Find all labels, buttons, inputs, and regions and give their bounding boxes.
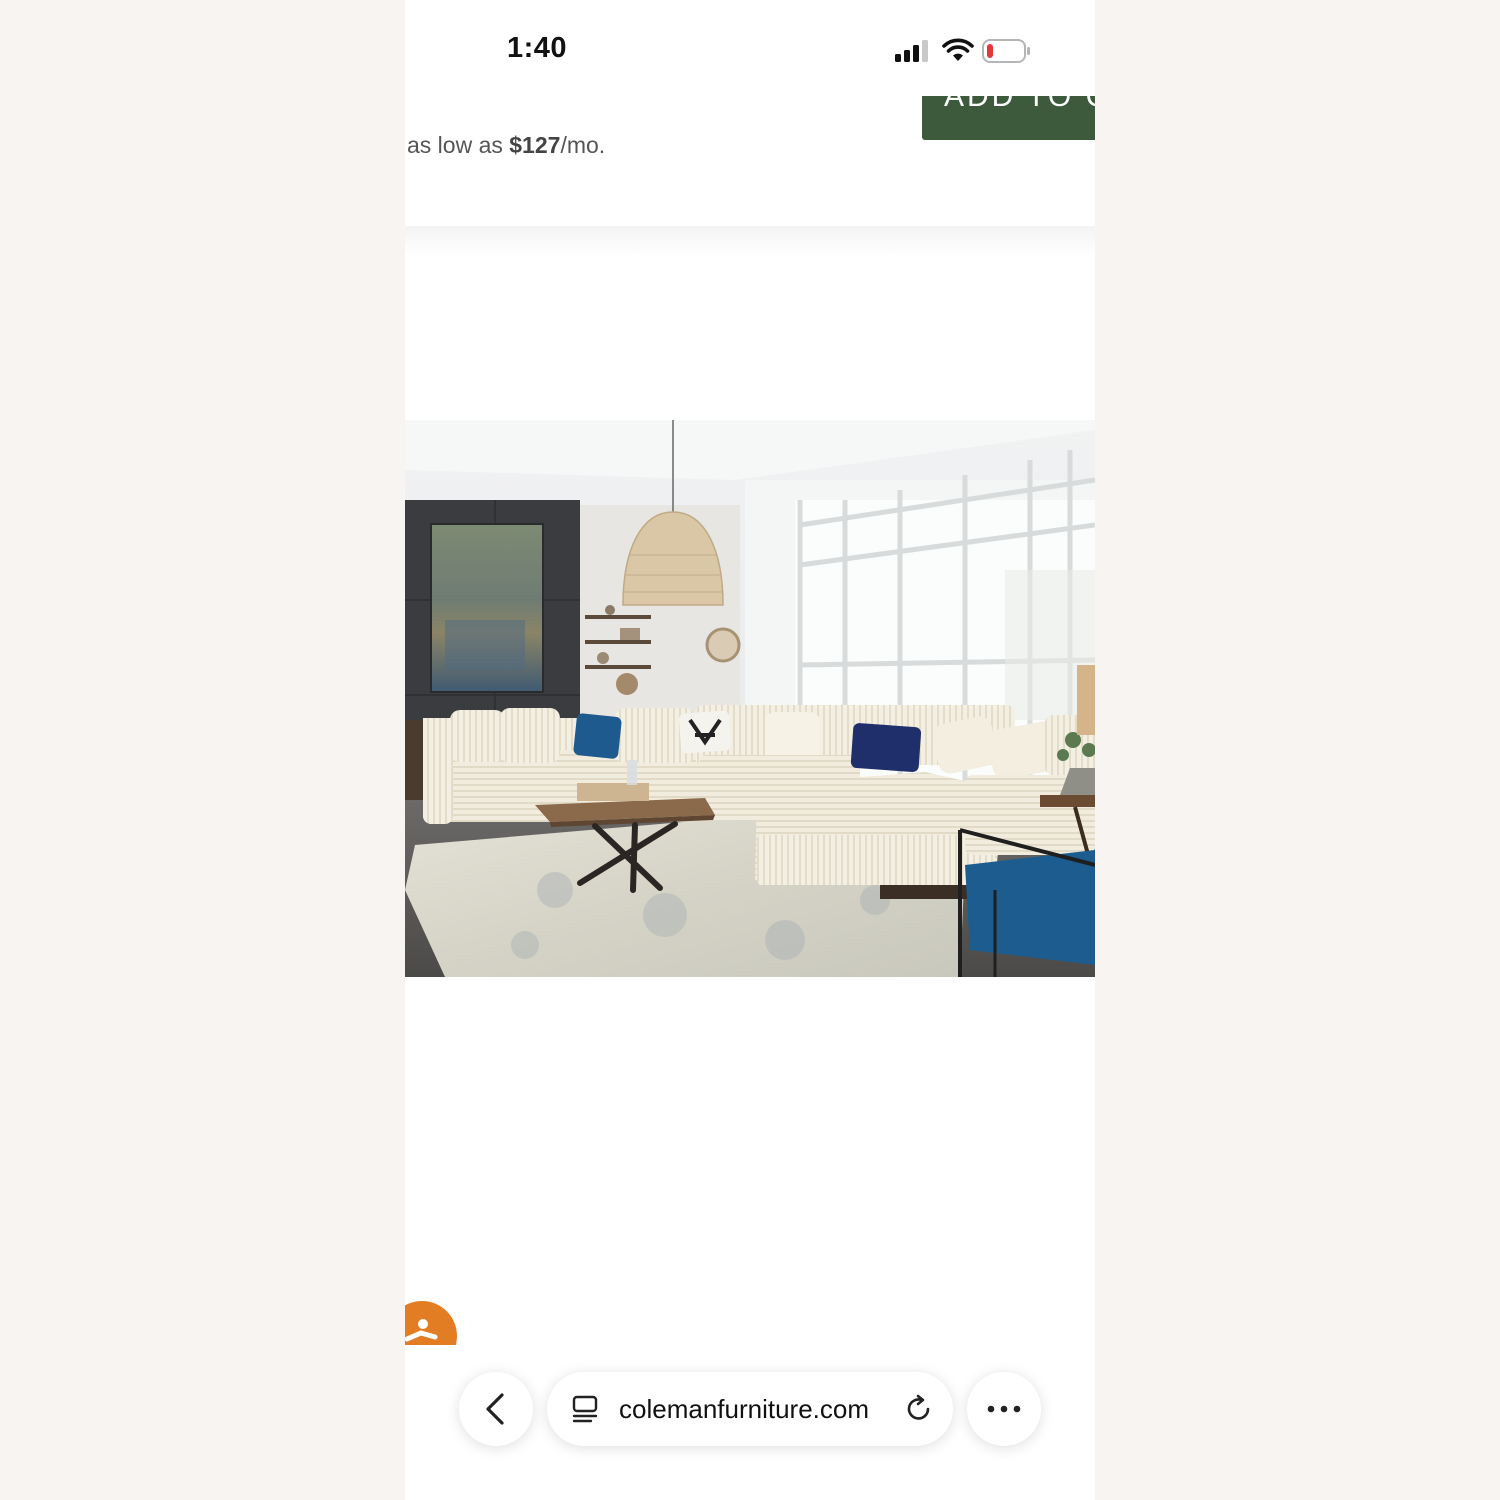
reload-icon[interactable]: [904, 1394, 934, 1424]
battery-low-icon: [982, 39, 1030, 63]
financing-prefix: as low as: [407, 132, 503, 158]
product-image[interactable]: [405, 420, 1095, 977]
url-text: colemanfurniture.com: [619, 1394, 869, 1424]
more-dots-icon: [987, 1405, 1021, 1413]
financing-text: as low as $127/mo.: [407, 132, 605, 159]
section-divider-shadow: [405, 226, 1095, 256]
status-bar: 1:40: [405, 0, 1095, 96]
add-to-cart-label: ADD TO CART: [944, 96, 1095, 113]
address-bar[interactable]: colemanfurniture.com: [547, 1372, 953, 1446]
cellular-signal-icon: [895, 40, 928, 62]
status-time: 1:40: [507, 32, 568, 64]
wifi-icon: [942, 38, 974, 61]
phone-screen: 1:40 ADD TO CART as low as $127/mo.: [405, 0, 1095, 1500]
more-options-button[interactable]: [967, 1372, 1041, 1446]
financing-amount: $127: [509, 132, 561, 158]
add-to-cart-button[interactable]: ADD TO CART: [922, 96, 1095, 140]
financing-suffix: /mo.: [560, 132, 606, 158]
tab-overview-icon: [572, 1395, 598, 1423]
back-button[interactable]: [459, 1372, 533, 1446]
chevron-left-icon: [486, 1393, 504, 1425]
